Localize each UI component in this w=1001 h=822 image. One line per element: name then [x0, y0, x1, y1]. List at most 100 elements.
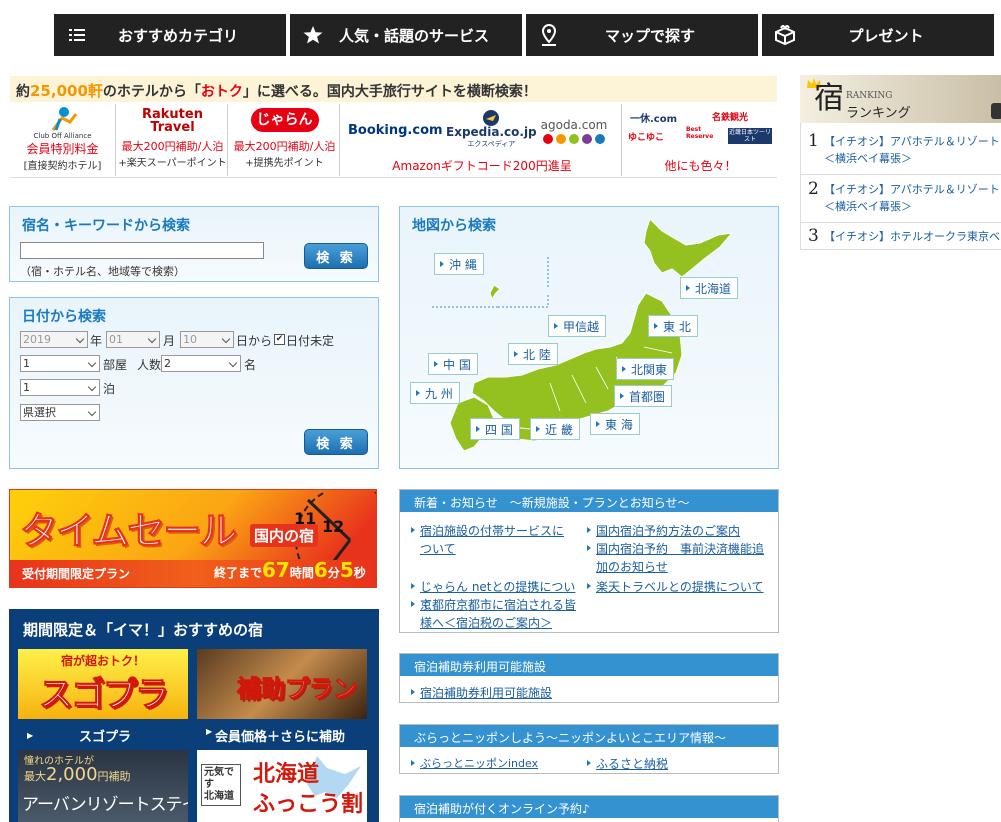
sugopura-caption[interactable]: ▶: [27, 727, 39, 741]
japan-map[interactable]: [400, 207, 778, 468]
club-off-logo-icon: [51, 107, 77, 131]
list-icon: [64, 22, 90, 48]
rakuten-travel-logo: Rakuten Travel: [142, 107, 203, 135]
keyword-hint: （宿・ホテル名、地域等で検索）: [20, 265, 185, 278]
nav-tab-label: 人気・話題のサービス: [338, 26, 489, 45]
date-search-title: 日付から検索: [22, 309, 106, 325]
recommend-panel: 期間限定＆「イマ！」おすすめの宿 宿が超おトク！ スゴプラ ▶ スゴプラ 補助プ…: [9, 609, 379, 822]
date-search-button[interactable]: 検 索: [304, 429, 368, 455]
ranking-header: 宿 RANKING ランキング: [800, 75, 1001, 123]
arrow-right-icon: ▶: [27, 731, 34, 740]
map-pin-icon: [536, 22, 562, 48]
keyword-search-box: 宿名・キーワードから検索 （宿・ホテル名、地域等で検索） 検 索: [9, 206, 379, 282]
jalan-logo: じゃらん: [250, 108, 319, 132]
svg-text:12: 12: [322, 517, 344, 536]
region-chugoku[interactable]: 中 国: [428, 353, 478, 375]
genki-hokkaido-logo: 元気です 北海道: [201, 764, 241, 806]
best-reserve-logo: Best Reserve: [686, 126, 714, 140]
nav-tab-map-search[interactable]: マップで探す: [526, 14, 758, 56]
keyword-search-button[interactable]: 検 索: [304, 243, 368, 269]
region-tohoku[interactable]: 東 北: [648, 315, 698, 337]
urban-resort-banner[interactable]: 憧れのホテルが 最大2,000円補助 アーバンリゾートステイ: [18, 750, 188, 822]
furusato-tax-link[interactable]: ふるさと納税: [586, 755, 756, 773]
date-undecided-checkbox[interactable]: ✔: [274, 334, 285, 345]
nav-tab-label: おすすめカテゴリ: [117, 26, 238, 45]
partner-promo-banner: 約25,000軒のホテルから「おトク」に選べる。国内大手旅行サイトを横断検索！ …: [10, 76, 777, 178]
prefecture-select[interactable]: 県選択: [20, 404, 100, 421]
timesale-subtitle: 受付期間限定プラン: [22, 567, 131, 581]
timesale-countdown: 終了まで67時間6分5秒: [214, 558, 366, 582]
hojo-plan-caption[interactable]: 会員価格＋さらに補助: [215, 726, 345, 745]
region-hokkaido[interactable]: 北海道: [680, 277, 739, 299]
region-koshinetsu[interactable]: 甲信越: [548, 315, 607, 337]
year-select[interactable]: 2019: [20, 331, 88, 348]
yukoyuko-logo: ゆこゆこ: [628, 133, 665, 143]
online-booking-header: 宿泊補助が付くオンライン予約♪: [400, 796, 778, 818]
region-kyushu[interactable]: 九 州: [410, 382, 460, 404]
nippon-index-link[interactable]: ぶらっとニッポンindex: [410, 755, 580, 773]
nippon-panel: ぶらっとニッポンしよう～ニッポンよいとこエリア情報～ ぶらっとニッポンindex…: [399, 724, 779, 774]
subsidy-link[interactable]: 宿泊補助券利用可能施設: [410, 684, 710, 702]
ranking-item[interactable]: 2 【イチオシ】アパホテル＆リゾート＜横浜ベイ幕張＞: [800, 181, 1001, 223]
check-icon: ✔: [275, 334, 284, 344]
partner-rakuten-travel[interactable]: Rakuten Travel 最大200円補助/人泊 +楽天スーパーポイント: [118, 104, 228, 176]
partner-overseas-sites[interactable]: Booking.com Expedia.co.jp エクスペディア agoda.…: [342, 104, 622, 176]
region-shutoken[interactable]: 首都圏: [614, 385, 673, 407]
ikkyu-logo: 一休.com: [630, 114, 678, 125]
partner-jalan[interactable]: じゃらん 最大200円補助/人泊 +提携先ポイント: [230, 104, 340, 176]
sugopura-banner[interactable]: 宿が超おトク！ スゴプラ: [18, 649, 188, 719]
people-select[interactable]: 2: [161, 355, 241, 372]
region-kitakanto[interactable]: 北関東: [616, 358, 675, 380]
expedia-logo: Expedia.co.jp エクスペディア: [446, 110, 537, 149]
keyword-search-title: 宿名・キーワードから検索: [22, 218, 190, 234]
region-okinawa[interactable]: 沖 縄: [434, 253, 484, 275]
region-hokuriku[interactable]: 北 陸: [508, 343, 558, 365]
timesale-badge: 国内の宿: [250, 524, 319, 547]
hojo-plan-banner[interactable]: 補助プラン: [197, 649, 367, 719]
arrow-right-icon: ▶: [206, 727, 213, 736]
news-link-prepayment[interactable]: 国内宿泊予約 事前決済機能追加のお知らせ: [586, 540, 766, 576]
nav-tab-popular-services[interactable]: 人気・話題のサービス: [290, 14, 522, 56]
ranking-next-button[interactable]: [991, 103, 1001, 119]
news-header: 新着・お知らせ ～新規施設・プランとお知らせ～: [400, 490, 778, 512]
nav-tab-label: マップで探す: [604, 26, 695, 45]
promo-headline: 約25,000軒のホテルから「おトク」に選べる。国内大手旅行サイトを横断検索！: [10, 76, 777, 102]
month-select[interactable]: 01: [106, 331, 160, 348]
kinki-tourist-logo: 近畿日本ツーリスト: [728, 128, 772, 144]
timesale-title: タイムセール: [19, 509, 237, 554]
gift-icon: [772, 22, 798, 48]
nights-select[interactable]: 1: [20, 379, 100, 396]
meitetsu-logo: 名鉄観光: [712, 113, 749, 123]
agoda-dots-icon: [532, 134, 616, 144]
agoda-logo: agoda.com: [532, 118, 616, 144]
nippon-header: ぶらっとニッポンしよう～ニッポンよいとこエリア情報～: [400, 725, 778, 747]
expedia-plane-icon: [483, 110, 500, 126]
subsidy-header: 宿泊補助券利用可能施設: [400, 654, 778, 676]
partner-club-off[interactable]: Club Off Alliance 会員特別料金 [直接契約ホテル]: [10, 104, 116, 176]
rooms-select[interactable]: 1: [20, 355, 100, 372]
keyword-input[interactable]: [20, 242, 264, 259]
nav-tab-label: プレゼント: [848, 26, 924, 45]
region-shikoku[interactable]: 四 国: [470, 418, 520, 440]
star-icon: [300, 22, 326, 48]
news-link-reservation-guide[interactable]: 国内宿泊予約方法のご案内: [586, 522, 776, 540]
timesale-banner[interactable]: 11 12 タイムセール 国内の宿 受付期間限定プラン 終了まで67時間6分5秒: [9, 489, 377, 588]
ranking-item[interactable]: 1 【イチオシ】アパホテル＆リゾート＜横浜ベイ幕張＞: [800, 133, 1001, 175]
region-kinki[interactable]: 近 畿: [530, 418, 580, 440]
day-select[interactable]: 10: [180, 331, 234, 348]
online-booking-panel: 宿泊補助が付くオンライン予約♪: [399, 795, 779, 822]
news-panel: 新着・お知らせ ～新規施設・プランとお知らせ～ 宿泊施設の付帯サービスについて …: [399, 489, 779, 633]
news-link-amenities[interactable]: 宿泊施設の付帯サービスについて: [410, 522, 574, 558]
hokkaido-fukko-banner[interactable]: 元気です 北海道 北海道 ふっこう割: [197, 750, 367, 822]
news-link-rakuten[interactable]: 楽天トラベルとの提携について: [586, 578, 776, 596]
region-tokai[interactable]: 東 海: [590, 413, 640, 435]
booking-com-logo: Booking.com: [348, 123, 443, 138]
recommend-title: 期間限定＆「イマ！」おすすめの宿: [23, 621, 264, 639]
date-search-box: 日付から検索 2019 年 01 月 10 日から ✔ 日付未定 1 部屋 人数…: [9, 297, 379, 469]
news-link-kyoto-tax[interactable]: 京都府京都市に宿泊される皆様へ＜宿泊税のご案内＞: [410, 596, 582, 632]
partner-others[interactable]: 一休.com 名鉄観光 ゆこゆこ Best Reserve 近畿日本ツーリスト …: [624, 104, 777, 176]
ranking-item[interactable]: 3 【イチオシ】ホテルオークラ東京ベイ: [800, 228, 1001, 250]
subsidy-panel: 宿泊補助券利用可能施設 宿泊補助券利用可能施設: [399, 653, 779, 703]
nav-tab-recommend-category[interactable]: おすすめカテゴリ: [54, 14, 286, 56]
nav-tab-present[interactable]: プレゼント: [762, 14, 994, 56]
